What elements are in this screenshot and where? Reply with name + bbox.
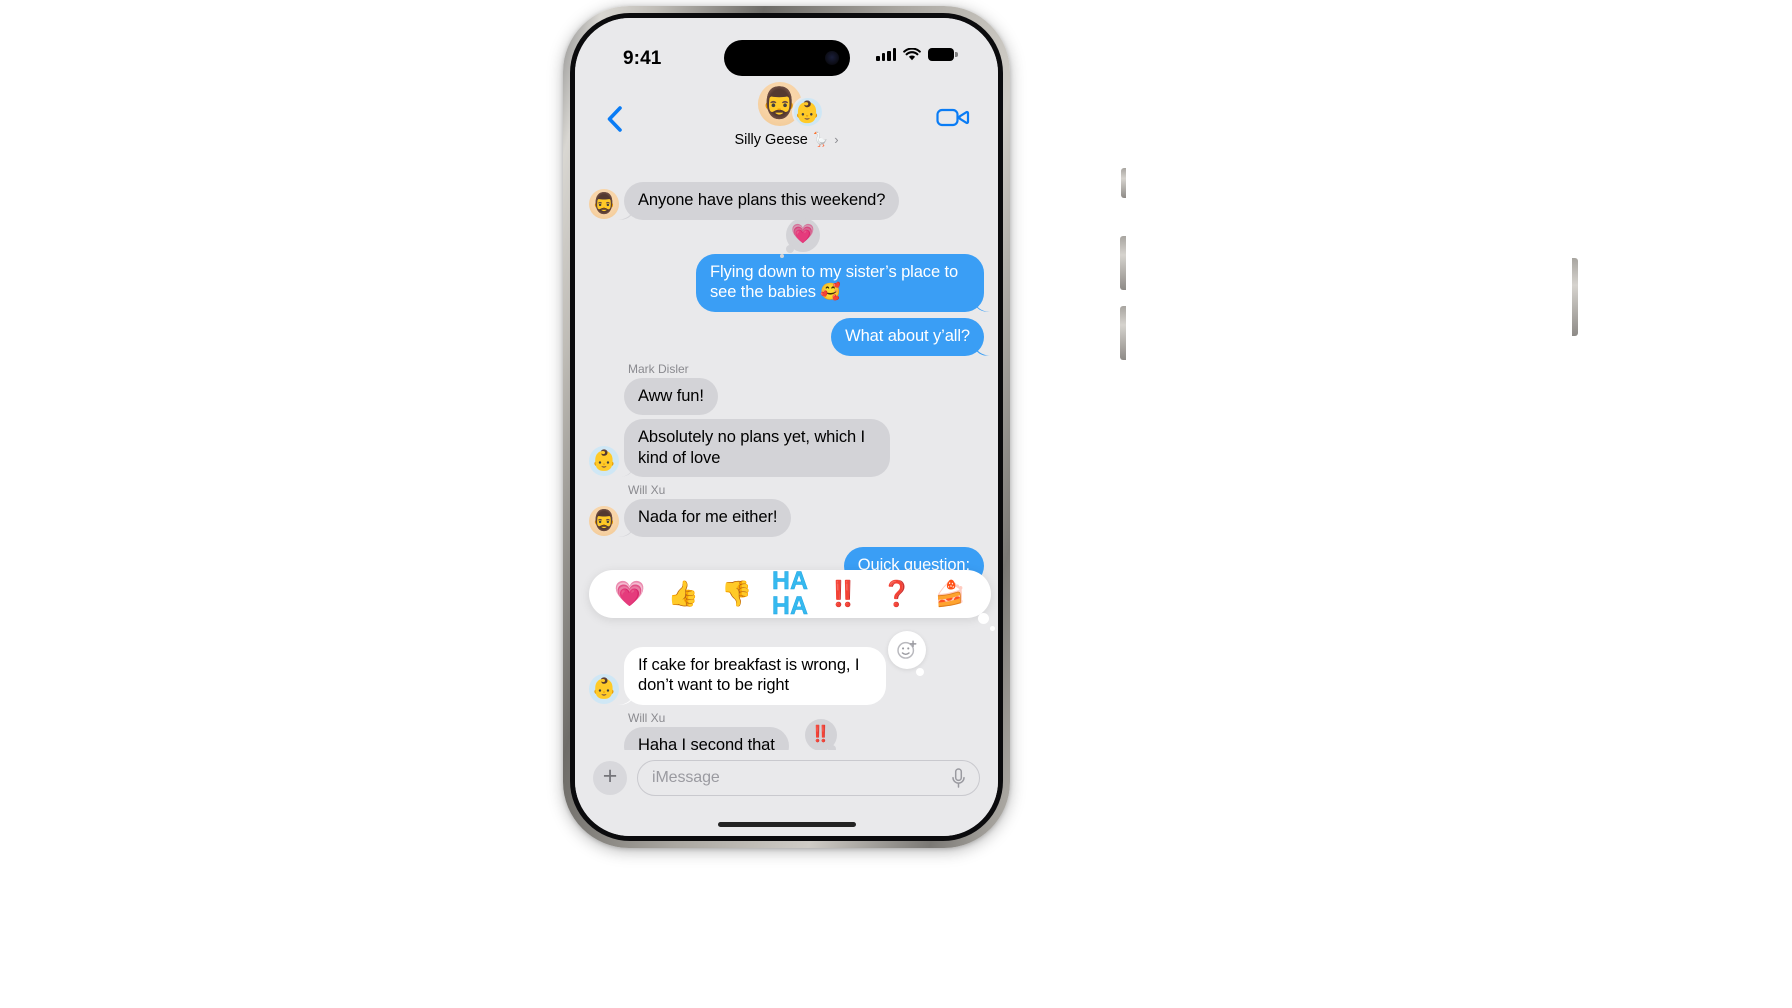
exclamation-tapback[interactable]: ‼️ (826, 577, 860, 611)
silent-switch-button[interactable] (1121, 168, 1126, 198)
iphone-device-frame: 9:41 (563, 6, 1578, 848)
avatar: 👶 (589, 673, 619, 704)
microphone-icon (951, 767, 965, 788)
message-list[interactable]: 🧔‍♂️ Anyone have plans this weekend? Fly… (575, 174, 998, 750)
avatar: 🧔‍♂️ (589, 188, 619, 219)
group-name-row[interactable]: Silly Geese 🪿 › (734, 131, 838, 148)
message-bubble[interactable]: If cake for breakfast is wrong, I don’t … (624, 646, 886, 705)
microphone-button[interactable] (947, 767, 969, 789)
smiley-plus-icon (897, 640, 917, 659)
group-avatar-stack: 🧔‍♂️ 👶 (752, 82, 824, 128)
message-row: Flying down to my sister’s place to see … (575, 217, 998, 312)
exclamation-reaction[interactable]: ‼️ (804, 718, 837, 750)
message-row: Haha I second that ‼️ (575, 718, 998, 751)
plus-icon: + (602, 762, 618, 790)
status-time: 9:41 (623, 48, 662, 69)
thumbs-down-tapback[interactable]: 👎 (720, 577, 754, 611)
message-row: 👶 If cake for breakfast is wrong, I don’… (575, 630, 998, 705)
home-indicator[interactable] (717, 822, 856, 827)
message-input-field[interactable]: iMessage (637, 760, 980, 796)
message-row: What about y’all? (575, 317, 998, 356)
thumbs-up-tapback[interactable]: 👍 (666, 577, 700, 611)
message-bubble[interactable]: Anyone have plans this weekend? (624, 182, 900, 220)
screenshot-canvas: 9:41 (0, 0, 1792, 1008)
device-bezel: 9:41 (570, 13, 1003, 841)
side-power-button[interactable] (1572, 258, 1578, 336)
avatar-spacer (589, 734, 619, 751)
volume-down-button[interactable] (1120, 306, 1126, 360)
volume-up-button[interactable] (1120, 236, 1126, 290)
add-attachment-button[interactable]: + (593, 761, 627, 795)
message-bubble[interactable]: Haha I second that ‼️ (624, 718, 837, 750)
message-bubble[interactable]: Flying down to my sister’s place to see … (696, 217, 984, 312)
message-text: Flying down to my sister’s place to see … (710, 262, 959, 302)
goose-icon: 🪿 (811, 131, 830, 147)
wifi-icon (903, 48, 921, 61)
message-text: Haha I second that (638, 735, 775, 750)
group-name: Silly Geese (734, 131, 808, 148)
sender-name: Will Xu (628, 710, 666, 725)
battery-full-icon (928, 48, 958, 61)
message-input-placeholder: iMessage (652, 769, 720, 786)
message-row: 👶 Absolutely no plans yet, which I kind … (575, 419, 998, 478)
message-row: 🧔‍♂️ Nada for me either! (575, 499, 998, 537)
question-tapback[interactable]: ❓ (880, 577, 914, 611)
heart-tapback[interactable]: 💗 (613, 577, 647, 611)
conversation-header: 🧔‍♂️ 👶 Silly Geese 🪿 › (575, 76, 998, 174)
front-camera-icon (824, 51, 839, 65)
add-reaction-emoji-button[interactable] (888, 630, 926, 676)
status-indicators (876, 48, 958, 61)
avatar: 🧔‍♂️ (589, 506, 619, 536)
sender-name: Mark Disler (628, 361, 689, 376)
message-bubble[interactable]: Nada for me either! (624, 499, 792, 537)
tapback-reaction-picker[interactable]: 💗 👍 👎 HA HA ‼️ ❓ 🍰 (589, 568, 995, 631)
device-screen: 9:41 (575, 18, 998, 836)
message-row: Aww fun! (575, 377, 998, 416)
avatar-secondary: 👶 (791, 96, 824, 128)
group-header-center[interactable]: 🧔‍♂️ 👶 Silly Geese 🪿 › (734, 82, 839, 148)
cellular-signal-icon (876, 48, 896, 61)
message-bubble[interactable]: What about y’all? (831, 317, 984, 356)
message-bubble[interactable]: Aww fun! (624, 377, 718, 416)
facetime-video-icon (936, 108, 970, 127)
back-button[interactable] (603, 104, 627, 134)
chevron-right-icon: › (834, 132, 839, 147)
chevron-left-icon (607, 106, 622, 132)
message-bubble[interactable]: Absolutely no plans yet, which I kind of… (624, 419, 890, 478)
exclamation-reaction-glyph: ‼️ (810, 725, 831, 743)
facetime-video-button[interactable] (934, 102, 972, 132)
message-row: 🧔‍♂️ Anyone have plans this weekend? (575, 182, 998, 220)
sender-name: Will Xu (628, 483, 666, 498)
cake-tapback[interactable]: 🍰 (933, 577, 967, 611)
heart-reaction-glyph: 💗 (791, 224, 815, 246)
avatar-spacer (589, 384, 619, 414)
status-bar: 9:41 (575, 18, 998, 76)
avatar: 👶 (589, 446, 619, 477)
dynamic-island (723, 40, 850, 76)
haha-tapback[interactable]: HA HA (772, 568, 809, 618)
heart-reaction[interactable]: 💗 (780, 217, 820, 258)
